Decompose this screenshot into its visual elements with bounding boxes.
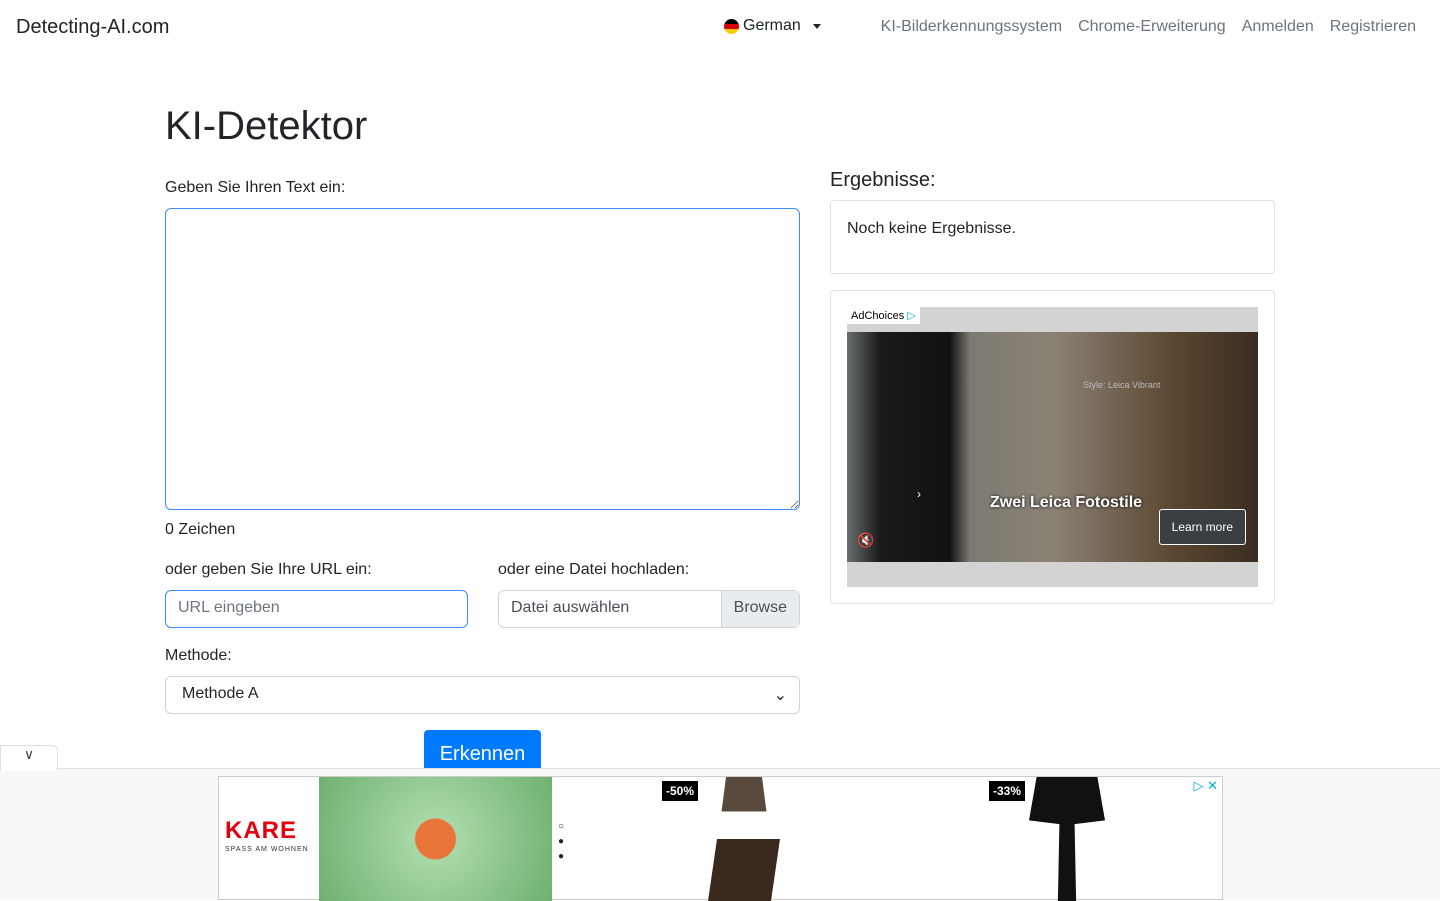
results-title: Ergebnisse: <box>830 169 936 191</box>
elephant-lamp-image <box>708 777 780 901</box>
ad-video[interactable]: Style: Leica Vibrant › 🔇 Zwei Leica Foto… <box>847 332 1258 562</box>
ad-close-icon[interactable]: ▷ ✕ <box>1193 778 1218 794</box>
black-lamp-image <box>1029 777 1105 901</box>
nav-link-login[interactable]: Anmelden <box>1242 18 1314 36</box>
chevron-down-icon: ⌄ <box>773 687 787 704</box>
adchoices-icon: ▷ <box>907 310 916 322</box>
text-label: Geben Sie Ihren Text ein: <box>165 179 346 196</box>
ad-image-showroom <box>319 777 552 901</box>
language-label: German <box>743 17 801 34</box>
file-placeholder: Datei auswählen <box>511 599 630 616</box>
url-label: oder geben Sie Ihre URL ein: <box>165 561 372 578</box>
adchoices-link[interactable]: AdChoices ▷ <box>847 307 920 324</box>
next-icon[interactable]: › <box>917 487 921 501</box>
results-empty: Noch keine Ergebnisse. <box>847 220 1016 237</box>
browse-button[interactable]: Browse <box>720 591 799 627</box>
file-label: oder eine Datei hochladen: <box>498 561 690 578</box>
kare-brand: KARE <box>225 817 298 844</box>
results-card: Noch keine Ergebnisse. <box>830 200 1275 274</box>
method-select[interactable]: Methode A ⌄ <box>165 676 800 714</box>
carousel-dots[interactable]: ○ ● ● <box>558 819 564 864</box>
method-value: Methode A <box>182 685 259 702</box>
video-ad[interactable]: AdChoices ▷ Style: Leica Vibrant › 🔇 Zwe… <box>847 307 1258 587</box>
mute-icon[interactable]: 🔇 <box>857 532 874 549</box>
text-input[interactable] <box>165 208 800 510</box>
learn-more-button[interactable]: Learn more <box>1158 509 1246 545</box>
ad-headline: Zwei Leica Fotostile <box>990 494 1143 511</box>
navbar: Detecting-AI.com German KI-Bilderkennung… <box>0 0 1440 56</box>
brand-link[interactable]: Detecting-AI.com <box>16 16 169 39</box>
discount-badge: -50% <box>662 781 699 801</box>
ad-style-caption: Style: Leica Vibrant <box>1083 380 1161 390</box>
bottom-banner-ad[interactable]: KARE SPASS AM WOHNEN ○ ● ● -50% -33% ▷ ✕ <box>218 776 1223 901</box>
caret-down-icon <box>812 23 821 29</box>
chevron-down-icon: ∨ <box>23 746 35 762</box>
adchoices-label: AdChoices <box>851 310 905 322</box>
kare-tagline: SPASS AM WOHNEN <box>225 846 309 853</box>
nav-link-image-detection[interactable]: KI-Bilderkennungssystem <box>881 18 1062 36</box>
nav-link-register[interactable]: Registrieren <box>1330 18 1416 36</box>
language-dropdown[interactable]: German <box>724 17 821 35</box>
german-flag-icon <box>724 18 739 34</box>
url-input[interactable]: URL eingeben <box>165 590 468 628</box>
kare-logo: KARE SPASS AM WOHNEN <box>225 817 309 854</box>
nav-link-chrome-extension[interactable]: Chrome-Erweiterung <box>1078 18 1226 36</box>
page-title: KI-Detektor <box>165 104 368 148</box>
char-count: 0 Zeichen <box>165 521 236 538</box>
collapse-ad-button[interactable]: ∨ <box>0 745 58 771</box>
discount-badge: -33% <box>989 781 1026 801</box>
file-input[interactable]: Datei auswählen Browse <box>498 590 800 628</box>
method-label: Methode: <box>165 647 232 664</box>
